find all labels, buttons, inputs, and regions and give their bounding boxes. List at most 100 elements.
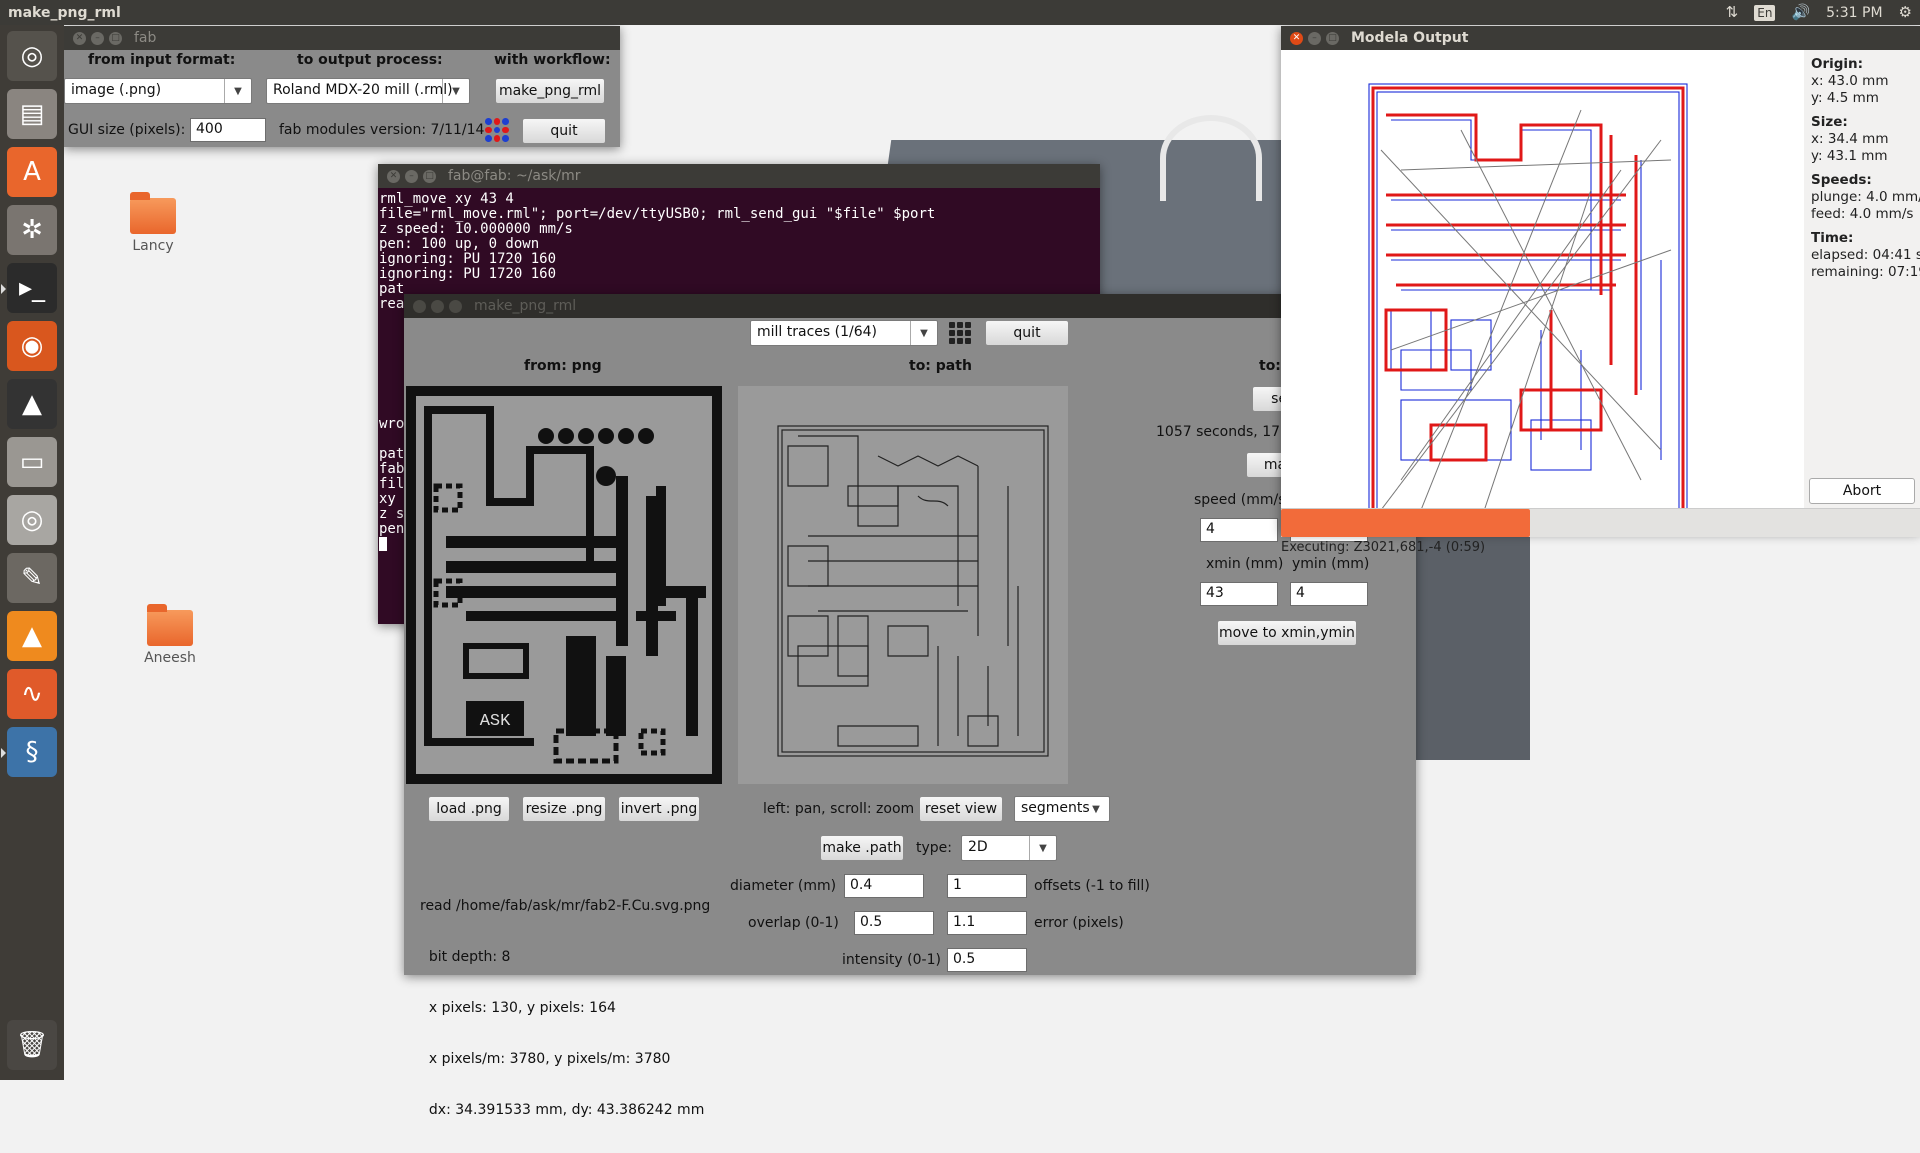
- desktop-folder-lancy[interactable]: Lancy: [113, 192, 193, 254]
- ubuntu-one-icon[interactable]: ∿: [7, 669, 57, 719]
- software-center-icon[interactable]: A: [7, 147, 57, 197]
- gimp-icon[interactable]: ✎: [7, 553, 57, 603]
- quit-button[interactable]: quit: [522, 118, 606, 144]
- chevron-down-icon: ▼: [1029, 836, 1056, 860]
- terminal-icon[interactable]: ▸_: [1, 263, 57, 313]
- executing-status: Executing: Z3021,681,-4 (0:59): [1281, 540, 1486, 555]
- offsets-input[interactable]: 1: [947, 874, 1027, 898]
- maximize-icon[interactable]: □: [423, 169, 436, 183]
- view-mode-select[interactable]: segments ▼: [1014, 796, 1110, 822]
- type-label: type:: [916, 840, 952, 856]
- gui-size-input[interactable]: 400: [190, 118, 266, 142]
- input-png-canvas[interactable]: ASK: [406, 386, 722, 784]
- firefox-icon[interactable]: ◉: [7, 321, 57, 371]
- intensity-input[interactable]: 0.5: [947, 948, 1027, 972]
- ubuntu-dash-icon[interactable]: ◎: [7, 31, 57, 81]
- error-label: error (pixels): [1034, 915, 1124, 931]
- chevron-down-icon: ▼: [1092, 803, 1100, 815]
- ymin-input[interactable]: 4: [1290, 582, 1368, 606]
- close-icon[interactable]: ✕: [73, 31, 86, 45]
- xmin-label: xmin (mm): [1206, 556, 1284, 572]
- speed-input[interactable]: 4: [1200, 518, 1278, 542]
- ymin-label: ymin (mm): [1292, 556, 1370, 572]
- inkscape-icon[interactable]: ▲: [7, 379, 57, 429]
- desktop-folder-aneesh[interactable]: Aneesh: [130, 604, 210, 666]
- diameter-label: diameter (mm): [730, 878, 837, 894]
- chevron-down-icon: ▼: [442, 79, 469, 103]
- vlc-icon[interactable]: ▲: [7, 611, 57, 661]
- volume-icon[interactable]: 🔊: [1791, 0, 1810, 25]
- maximize-icon[interactable]: □: [1326, 31, 1339, 45]
- close-icon[interactable]: ✕: [387, 169, 400, 183]
- intensity-label: intensity (0-1): [842, 952, 941, 968]
- from-format-label: from input format:: [88, 52, 236, 68]
- reset-view-button[interactable]: reset view: [919, 796, 1003, 822]
- keyboard-layout-indicator[interactable]: En: [1754, 4, 1776, 21]
- xmin-input[interactable]: 43: [1200, 582, 1278, 606]
- chevron-down-icon: ▼: [224, 79, 251, 103]
- workflow-button[interactable]: make_png_rml: [495, 78, 605, 104]
- elapsed-time: elapsed: 04:41 s: [1811, 247, 1920, 263]
- overlap-label: overlap (0-1): [748, 915, 839, 931]
- make-path-button[interactable]: make .path: [820, 835, 904, 861]
- quit-button[interactable]: quit: [985, 320, 1069, 346]
- view-mode-value: segments: [1021, 800, 1090, 816]
- minimize-icon[interactable]: [431, 299, 444, 313]
- diameter-input[interactable]: 0.4: [844, 874, 924, 898]
- minimize-icon[interactable]: –: [1308, 31, 1321, 45]
- fab-logo-icon: [949, 322, 971, 344]
- dvd-icon[interactable]: ◎: [7, 495, 57, 545]
- process-value: mill traces (1/64): [757, 324, 877, 340]
- error-input[interactable]: 1.1: [947, 911, 1027, 935]
- output-process-select[interactable]: Roland MDX-20 mill (.rml) ▼: [266, 78, 470, 104]
- files-icon[interactable]: ▤: [7, 89, 57, 139]
- python-icon[interactable]: §: [1, 727, 57, 777]
- process-select[interactable]: mill traces (1/64) ▼: [750, 320, 938, 346]
- wallpaper-machine-side: [1410, 520, 1530, 760]
- network-icon[interactable]: ⇅: [1726, 0, 1739, 25]
- gear-icon[interactable]: ⚙: [1899, 0, 1912, 25]
- close-icon[interactable]: [413, 299, 426, 313]
- input-format-value: image (.png): [71, 82, 162, 98]
- minimize-icon[interactable]: –: [91, 31, 104, 45]
- maximize-icon[interactable]: □: [109, 31, 122, 45]
- speeds-label: Speeds:: [1811, 172, 1872, 188]
- minimize-icon[interactable]: –: [405, 169, 418, 183]
- folder-icon: [147, 604, 193, 646]
- path-type-select[interactable]: 2D ▼: [961, 835, 1057, 861]
- origin-y: y: 4.5 mm: [1811, 90, 1879, 106]
- info-line: bit depth: 8: [420, 949, 511, 965]
- wallpaper-cable: [1160, 115, 1262, 201]
- move-to-xmin-ymin-button[interactable]: move to xmin,ymin: [1217, 620, 1357, 646]
- toolpath-image: [777, 425, 1049, 757]
- titlebar: make_png_rml: [404, 294, 1416, 318]
- image-info-text: read /home/fab/ask/mr/fab2-F.Cu.svg.png …: [420, 864, 710, 1153]
- remaining-time: remaining: 07:19 s: [1811, 264, 1920, 280]
- size-label: Size:: [1811, 114, 1848, 130]
- origin-label: Origin:: [1811, 56, 1864, 72]
- toolpath-output-canvas: [1281, 50, 1804, 530]
- path-preview-canvas[interactable]: [738, 386, 1068, 784]
- overlap-input[interactable]: 0.5: [854, 911, 934, 935]
- trash-icon[interactable]: 🗑: [7, 1020, 57, 1070]
- disk-icon[interactable]: ▭: [7, 437, 57, 487]
- output-process-value: Roland MDX-20 mill (.rml): [273, 82, 453, 98]
- path-type-value: 2D: [968, 839, 988, 855]
- load-png-button[interactable]: load .png: [428, 796, 510, 822]
- settings-icon[interactable]: ✲: [7, 205, 57, 255]
- modela-output-window: ✕ – □ Modela Output Origin: x: 43.0 mm y…: [1281, 26, 1920, 555]
- resize-png-button[interactable]: resize .png: [522, 796, 606, 822]
- window-title: fab: [134, 30, 157, 46]
- launcher: ◎ ▤ A ✲ ▸_ ◉ ▲ ▭ ◎ ✎ ▲ ∿ § 🗑: [0, 25, 64, 1080]
- input-format-select[interactable]: image (.png) ▼: [64, 78, 252, 104]
- close-icon[interactable]: ✕: [1290, 31, 1303, 45]
- abort-button[interactable]: Abort: [1809, 478, 1915, 504]
- pan-zoom-hint: left: pan, scroll: zoom: [763, 801, 915, 817]
- maximize-icon[interactable]: [449, 299, 462, 313]
- to-header: to: path: [909, 358, 972, 374]
- clock[interactable]: 5:31 PM: [1826, 5, 1882, 21]
- speed-label: speed (mm/s: [1194, 492, 1286, 508]
- desktop-icon-label: Lancy: [132, 238, 174, 254]
- invert-png-button[interactable]: invert .png: [618, 796, 700, 822]
- pcb-label-text: ASK: [480, 712, 511, 731]
